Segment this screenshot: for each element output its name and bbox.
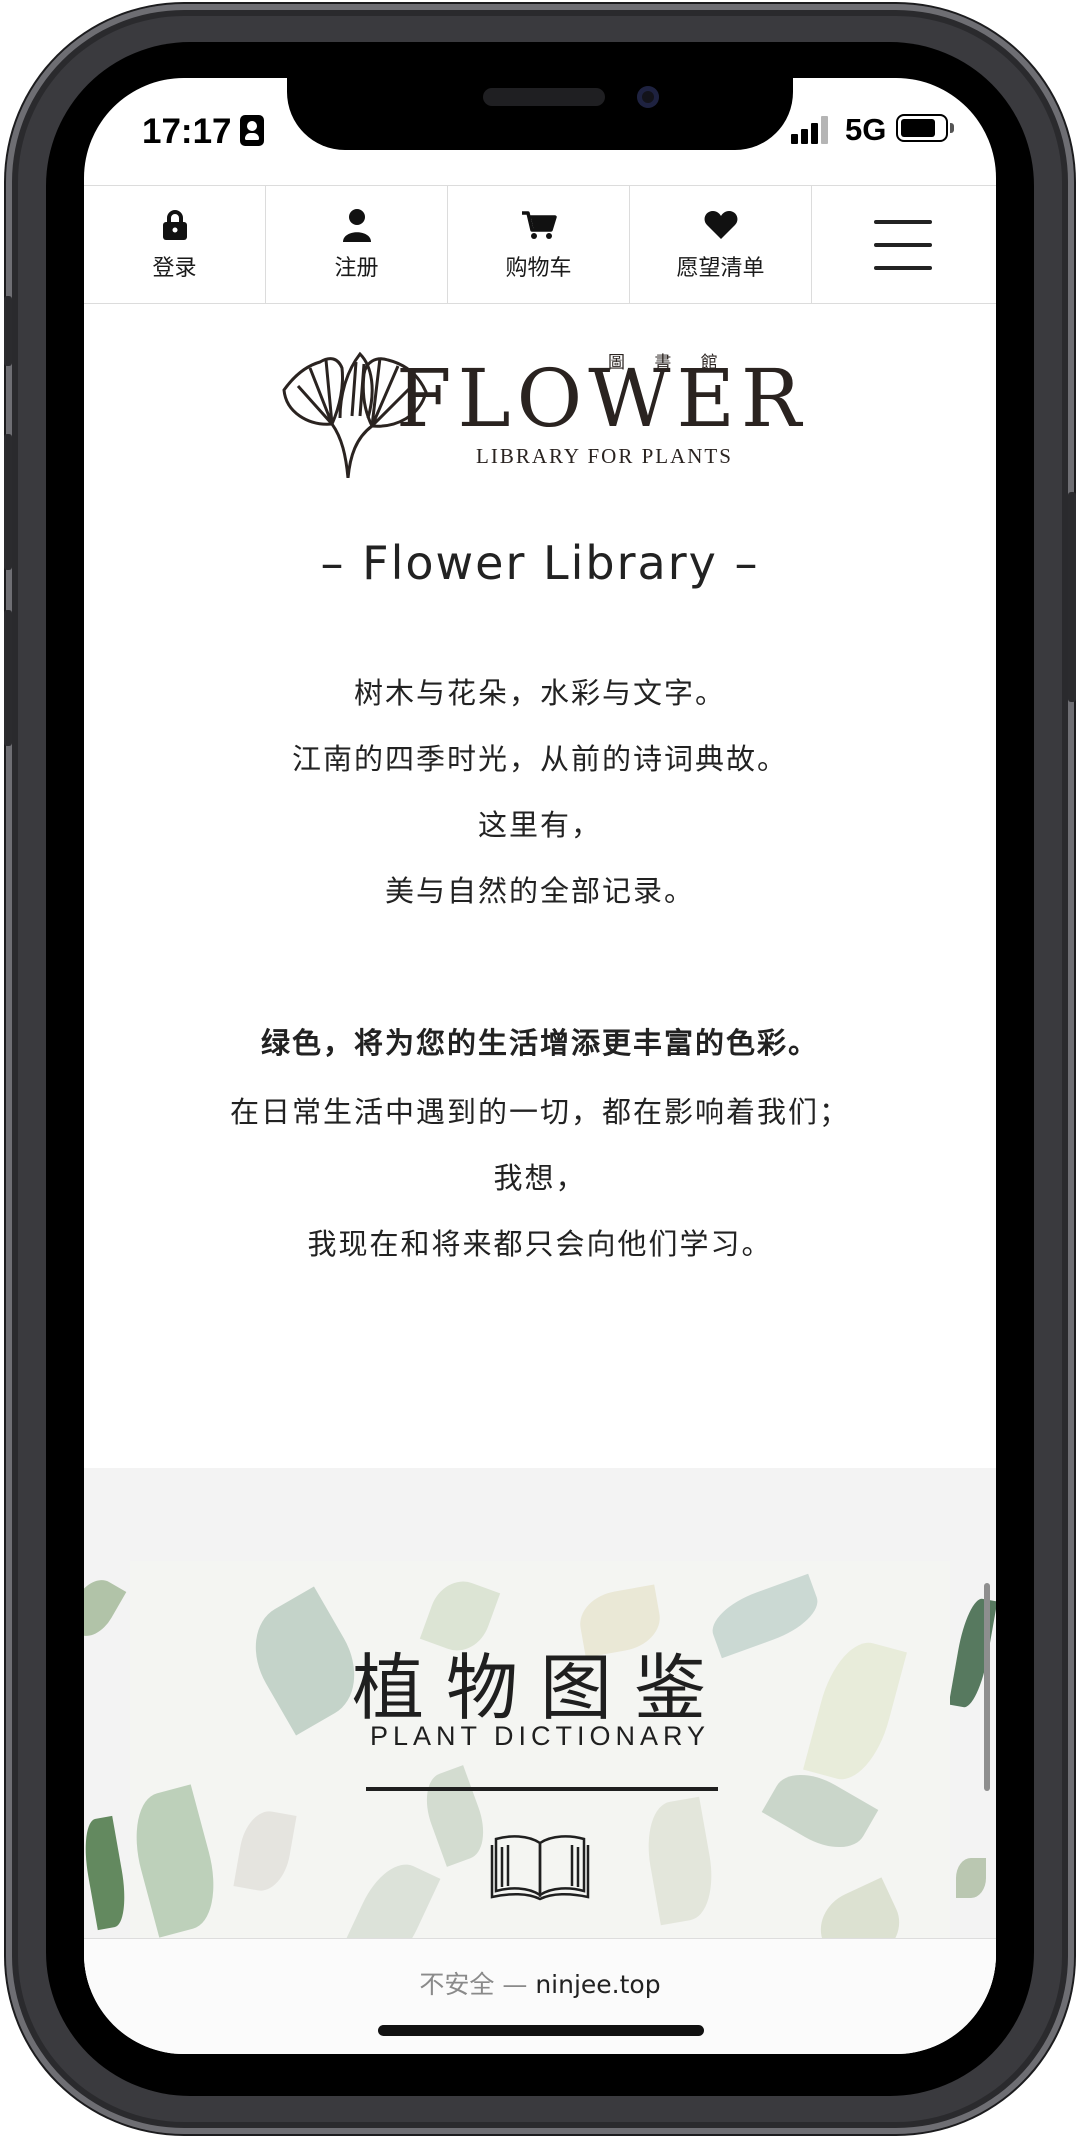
logo-wordmark: FLOWER	[396, 352, 808, 445]
intro-line: 在日常生活中遇到的一切，都在影响着我们；	[229, 1095, 850, 1129]
decor-leaf	[640, 1796, 720, 1926]
nav-register-label: 注册	[334, 255, 379, 281]
intro-line: 美与自然的全部记录。	[384, 874, 695, 908]
user-icon	[342, 208, 372, 242]
nav-cart[interactable]: 购物车	[448, 186, 630, 303]
nav-login[interactable]: 登录	[84, 186, 266, 303]
nav-cart-label: 购物车	[505, 255, 572, 281]
battery-cap	[950, 123, 954, 133]
screen: 17:17 5G 登录 注册 购物车 愿望清单 圖 書 館 FLOWER LIB…	[84, 78, 996, 2054]
notch	[287, 78, 793, 150]
nav-menu[interactable]	[812, 186, 994, 303]
banner-subtitle: PLANT DICTIONARY	[369, 1721, 711, 1751]
power-button	[1068, 492, 1076, 702]
scroll-indicator[interactable]	[984, 1583, 990, 1791]
url-text[interactable]: 不安全 — ninjee.top	[84, 1965, 996, 2001]
intro-line: 树木与花朵，水彩与文字。	[353, 676, 726, 710]
intro-paragraph-2: 绿色，将为您的生活增添更丰富的色彩。 在日常生活中遇到的一切，都在影响着我们； …	[84, 1007, 996, 1277]
network-label: 5G	[845, 112, 887, 147]
decor-leaf	[233, 1807, 297, 1895]
url-domain: ninjee.top	[535, 1970, 661, 1999]
hamburger-menu-icon	[874, 219, 932, 270]
camera-icon	[637, 86, 659, 108]
nav-wishlist-label: 愿望清单	[676, 255, 765, 281]
decor-leaf	[761, 1760, 879, 1862]
volume-up-button	[4, 434, 12, 570]
banner-edge-left	[84, 1558, 130, 1988]
lock-icon	[162, 208, 188, 242]
intro-line: 我想，	[493, 1161, 587, 1195]
plant-dictionary-banner[interactable]: 植物图鉴 PLANT DICTIONARY	[130, 1561, 950, 1988]
home-indicator[interactable]	[378, 2025, 704, 2036]
insecure-label: 不安全 —	[419, 1970, 528, 1999]
speaker-grille	[483, 88, 605, 106]
site-logo[interactable]: 圖 書 館 FLOWER LIBRARY FOR PLANTS	[280, 346, 801, 478]
decor-leaf	[416, 1765, 494, 1867]
page-title: – Flower Library –	[320, 536, 760, 590]
intro-heading: 绿色，将为您的生活增添更丰富的色彩。	[260, 1026, 819, 1060]
status-time: 17:17	[142, 112, 232, 151]
intro-line: 这里有，	[477, 808, 602, 842]
decor-leaf	[130, 1784, 227, 1938]
intro-line: 我现在和将来都只会向他们学习。	[307, 1227, 773, 1261]
cart-icon	[521, 208, 557, 242]
logo-tagline: LIBRARY FOR PLANTS	[476, 444, 733, 468]
intro-line: 江南的四季时光，从前的诗词典故。	[291, 742, 788, 776]
heart-icon	[704, 208, 738, 242]
open-book-icon	[490, 1835, 590, 1901]
banner-title: 植物图鉴	[351, 1646, 728, 1730]
intro-paragraph-1: 树木与花朵，水彩与文字。 江南的四季时光，从前的诗词典故。 这里有， 美与自然的…	[84, 660, 996, 924]
nav-login-label: 登录	[152, 255, 197, 281]
volume-down-button	[4, 610, 12, 746]
mute-switch	[4, 296, 12, 366]
browser-address-bar[interactable]: 不安全 — ninjee.top	[84, 1938, 996, 2054]
nav-register[interactable]: 注册	[266, 186, 448, 303]
nav-wishlist[interactable]: 愿望清单	[630, 186, 812, 303]
battery-icon	[896, 114, 948, 142]
focus-id-icon	[240, 115, 264, 146]
signal-icon	[791, 116, 831, 144]
banner-divider	[366, 1787, 718, 1791]
top-nav: 登录 注册 购物车 愿望清单	[84, 185, 996, 304]
